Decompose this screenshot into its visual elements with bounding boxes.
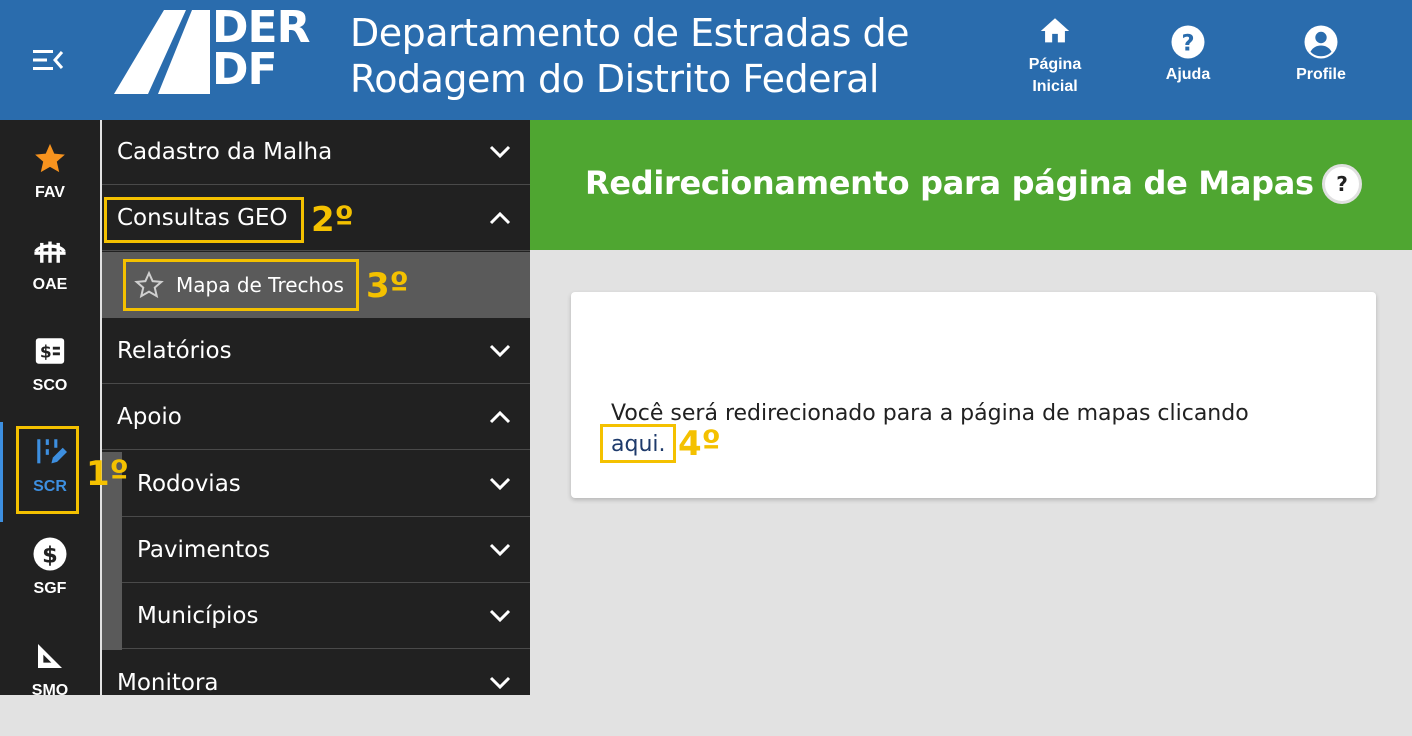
redirect-message-text: Você será redirecionado para a página de… (611, 401, 1249, 426)
chevron-down-icon (489, 609, 511, 623)
site-title: Departamento de Estradas de Rodagem do D… (350, 10, 910, 102)
menu-item-label: Apoio (117, 404, 182, 430)
chevron-up-icon (489, 211, 511, 225)
nav-help-button[interactable]: ? Ajuda (1133, 24, 1243, 86)
chevron-down-icon (489, 543, 511, 557)
app-rail: FAV OAE $ SCO SCR $ SGF SMO (0, 120, 100, 699)
menu-item-apoio[interactable]: Apoio (102, 385, 530, 450)
svg-text:$: $ (40, 342, 52, 362)
menu-item-label: Mapa de Trechos (176, 273, 344, 297)
top-header: DER DF Departamento de Estradas de Rodag… (0, 0, 1412, 120)
menu-item-label: Municípios (137, 603, 259, 629)
page-header-bar: Redirecionamento para página de Mapas ? (530, 120, 1412, 250)
nav-home-label-1: Página (1028, 56, 1082, 73)
menu-item-label: Cadastro da Malha (117, 139, 333, 165)
star-icon (35, 143, 65, 173)
rail-label: OAE (32, 276, 68, 293)
road-edit-icon (37, 439, 67, 464)
chevron-down-icon (489, 477, 511, 491)
page-help-button[interactable]: ? (1322, 164, 1362, 204)
chevron-down-icon (489, 344, 511, 358)
rail-item-smo[interactable]: SMO (0, 636, 100, 736)
dollar-circle-icon: $ (33, 537, 67, 571)
der-logo-icon (114, 10, 210, 94)
menu-item-pavimentos[interactable]: Pavimentos (122, 518, 530, 583)
nav-home-button[interactable]: Página Inicial (1000, 14, 1110, 98)
menu-item-label: Consultas GEO (117, 205, 288, 231)
redirect-link[interactable]: aqui. (611, 432, 666, 457)
account-circle-icon (1304, 25, 1338, 59)
menu-toggle-button[interactable] (28, 40, 68, 80)
rail-item-sco[interactable]: $ SCO (0, 331, 100, 431)
svg-text:?: ? (1181, 30, 1194, 56)
nav-home-label-2: Inicial (1032, 78, 1078, 95)
rail-label: SCO (32, 377, 68, 394)
set-square-icon (38, 644, 62, 668)
page-title: Redirecionamento para página de Mapas (585, 164, 1314, 202)
redirect-card: Você será redirecionado para a página de… (571, 292, 1376, 498)
menu-item-rodovias[interactable]: Rodovias (122, 452, 530, 517)
rail-label: FAV (35, 184, 65, 201)
chevron-down-icon (489, 145, 511, 159)
chevron-down-icon (489, 676, 511, 689)
home-icon (1040, 18, 1070, 43)
menu-collapse-icon (33, 50, 64, 70)
rail-item-scr[interactable]: SCR (0, 422, 100, 522)
rail-label: SGF (33, 580, 67, 597)
menu-item-relatorios[interactable]: Relatórios (102, 319, 530, 384)
site-title-line-1: Departamento de Estradas de (350, 11, 910, 55)
menu-item-municipios[interactable]: Municípios (122, 584, 530, 649)
chevron-up-icon (489, 410, 511, 424)
menu-item-label: Rodovias (137, 471, 241, 497)
logo-text: DER DF (212, 6, 310, 95)
nav-help-label: Ajuda (1165, 66, 1211, 83)
menu-item-cadastro-malha[interactable]: Cadastro da Malha (102, 120, 530, 185)
menu-item-mapa-trechos[interactable]: Mapa de Trechos (102, 252, 530, 318)
nav-profile-label: Profile (1296, 66, 1346, 83)
nav-profile-button[interactable]: Profile (1266, 24, 1376, 86)
step-4-label: 4º (678, 424, 721, 464)
step-3-label: 3º (366, 266, 409, 306)
rail-item-oae[interactable]: OAE (0, 230, 100, 330)
menu-item-label: Relatórios (117, 338, 232, 364)
menu-item-label: Monitora (117, 669, 219, 696)
rail-item-sgf[interactable]: $ SGF (0, 534, 100, 634)
logo-line-2: DF (212, 44, 278, 95)
rail-item-fav[interactable]: FAV (0, 138, 100, 238)
step-1-label: 1º (86, 454, 129, 494)
step-2-label: 2º (311, 200, 354, 240)
svg-text:$: $ (42, 542, 58, 568)
rail-label: SMO (31, 682, 69, 699)
star-outline-icon[interactable] (134, 270, 164, 300)
site-title-line-2: Rodagem do Distrito Federal (350, 57, 879, 101)
help-circle-icon: ? (1171, 25, 1205, 59)
menu-item-monitora[interactable]: Monitora (102, 650, 530, 715)
menu-item-label: Pavimentos (137, 537, 271, 563)
bridge-icon (34, 241, 66, 263)
money-card-icon: $ (35, 338, 65, 364)
rail-label: SCR (33, 478, 67, 495)
